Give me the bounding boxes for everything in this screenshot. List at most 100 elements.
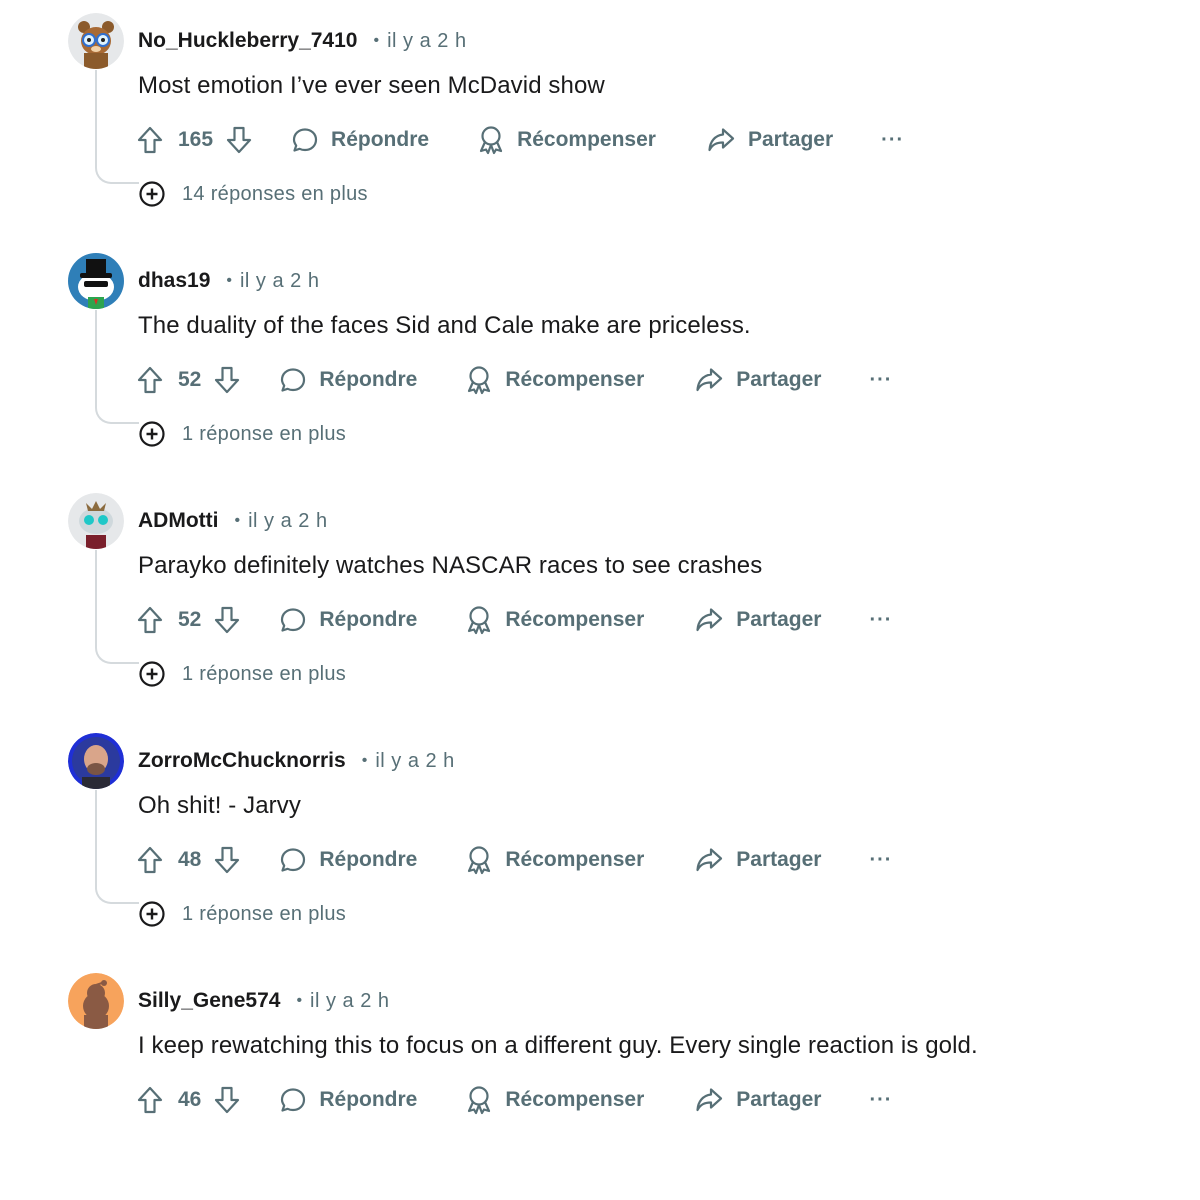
reply-label: Répondre [331,128,430,151]
comment: No_Huckleberry_7410 • il y a 2 h Most em… [0,0,1200,240]
comment-actions: 48 Répondre Récompenser Partager ··· [136,842,892,878]
award-icon [479,126,503,155]
username[interactable]: No_Huckleberry_7410 [138,29,357,53]
vote-count: 52 [178,368,202,391]
reply-button[interactable]: Répondre [279,606,417,634]
share-label: Partager [736,608,822,631]
reply-label: Répondre [319,368,418,391]
upvote-icon[interactable] [136,365,164,395]
share-icon [708,128,735,152]
user-avatar[interactable] [68,973,124,1029]
user-avatar[interactable] [68,493,124,549]
reply-button[interactable]: Répondre [279,1086,417,1114]
more-replies-label: 1 réponse en plus [182,902,347,925]
more-replies-button[interactable]: 14 réponses en plus [138,179,368,209]
award-button[interactable]: Récompenser [465,1085,644,1115]
upvote-icon[interactable] [136,605,164,635]
upvote-icon[interactable] [136,845,164,875]
timestamp[interactable]: il y a 2 h [375,750,454,773]
reply-icon [292,128,318,152]
more-options-icon[interactable]: ··· [869,849,892,872]
timestamp[interactable]: il y a 2 h [387,30,466,53]
reply-button[interactable]: Répondre [279,846,417,874]
vote-count: 48 [178,848,202,871]
award-label: Récompenser [505,848,645,871]
username[interactable]: dhas19 [138,269,210,293]
user-avatar[interactable] [68,253,124,309]
downvote-icon[interactable] [213,845,241,875]
share-button[interactable]: Partager [694,1086,821,1114]
downvote-icon[interactable] [225,125,253,155]
more-replies-button[interactable]: 1 réponse en plus [138,419,346,449]
award-button[interactable]: Récompenser [465,605,644,635]
share-label: Partager [736,848,822,871]
upvote-icon[interactable] [136,1085,164,1115]
plus-circle-icon [139,901,165,927]
separator-dot: • [361,752,368,769]
share-button[interactable]: Partager [694,606,821,634]
thread-line[interactable] [95,550,139,664]
plus-circle-icon [139,661,165,687]
username[interactable]: ADMotti [138,509,218,533]
plus-circle-icon [139,421,165,447]
thread-line[interactable] [95,310,139,424]
more-options-icon[interactable]: ··· [869,1089,892,1112]
comment-body: Parayko definitely watches NASCAR races … [138,552,763,579]
share-icon [696,368,723,392]
share-button[interactable]: Partager [694,846,821,874]
share-icon [696,848,723,872]
vote-count: 165 [178,128,214,151]
snoo-top-hat-avatar-icon [68,253,124,309]
user-avatar[interactable] [68,733,124,789]
comment: ADMotti • il y a 2 h Parayko definitely … [0,480,1200,720]
share-button[interactable]: Partager [694,366,821,394]
timestamp[interactable]: il y a 2 h [248,510,327,533]
reply-label: Répondre [319,1088,418,1111]
separator-dot: • [234,512,241,529]
reply-button[interactable]: Répondre [279,366,417,394]
downvote-icon[interactable] [213,365,241,395]
comment-body: I keep rewatching this to focus on a dif… [138,1032,978,1059]
comment-actions: 46 Répondre Récompenser Partager ··· [136,1082,892,1118]
downvote-icon[interactable] [213,605,241,635]
more-replies-button[interactable]: 1 réponse en plus [138,659,346,689]
plus-circle-icon [139,181,165,207]
timestamp[interactable]: il y a 2 h [240,270,319,293]
comment-header: ZorroMcChucknorris • il y a 2 h [138,747,455,775]
more-replies-label: 14 réponses en plus [182,182,368,205]
downvote-icon[interactable] [213,1085,241,1115]
separator-dot: • [226,272,232,289]
share-label: Partager [747,128,834,151]
bear-glasses-avatar-icon [68,13,124,69]
comment-actions: 52 Répondre Récompenser Partager ··· [136,602,892,638]
award-button[interactable]: Récompenser [465,365,644,395]
user-avatar[interactable] [68,13,124,69]
more-replies-label: 1 réponse en plus [182,662,347,685]
comment-actions: 52 Répondre Récompenser Partager ··· [136,362,892,398]
award-label: Récompenser [505,1088,645,1111]
share-button[interactable]: Partager [706,126,833,154]
upvote-icon[interactable] [136,125,164,155]
share-icon [696,608,723,632]
more-options-icon[interactable]: ··· [881,129,904,152]
award-button[interactable]: Récompenser [477,125,656,155]
share-label: Partager [736,1088,822,1111]
more-replies-button[interactable]: 1 réponse en plus [138,899,346,929]
username[interactable]: ZorroMcChucknorris [138,749,346,773]
reply-label: Répondre [319,608,418,631]
thread-line[interactable] [95,70,139,184]
reply-button[interactable]: Répondre [291,126,429,154]
comment-header: Silly_Gene574 • il y a 2 h [138,987,390,1015]
vote-count: 46 [178,1088,202,1111]
more-options-icon[interactable]: ··· [869,609,892,632]
thread-line[interactable] [95,790,139,904]
award-icon [468,1086,491,1115]
award-icon [468,846,491,875]
timestamp[interactable]: il y a 2 h [310,990,389,1013]
vote-count: 52 [178,608,202,631]
more-options-icon[interactable]: ··· [869,369,892,392]
award-label: Récompenser [517,128,656,151]
photo-avatar-icon [68,733,124,789]
award-button[interactable]: Récompenser [465,845,644,875]
username[interactable]: Silly_Gene574 [138,989,280,1013]
